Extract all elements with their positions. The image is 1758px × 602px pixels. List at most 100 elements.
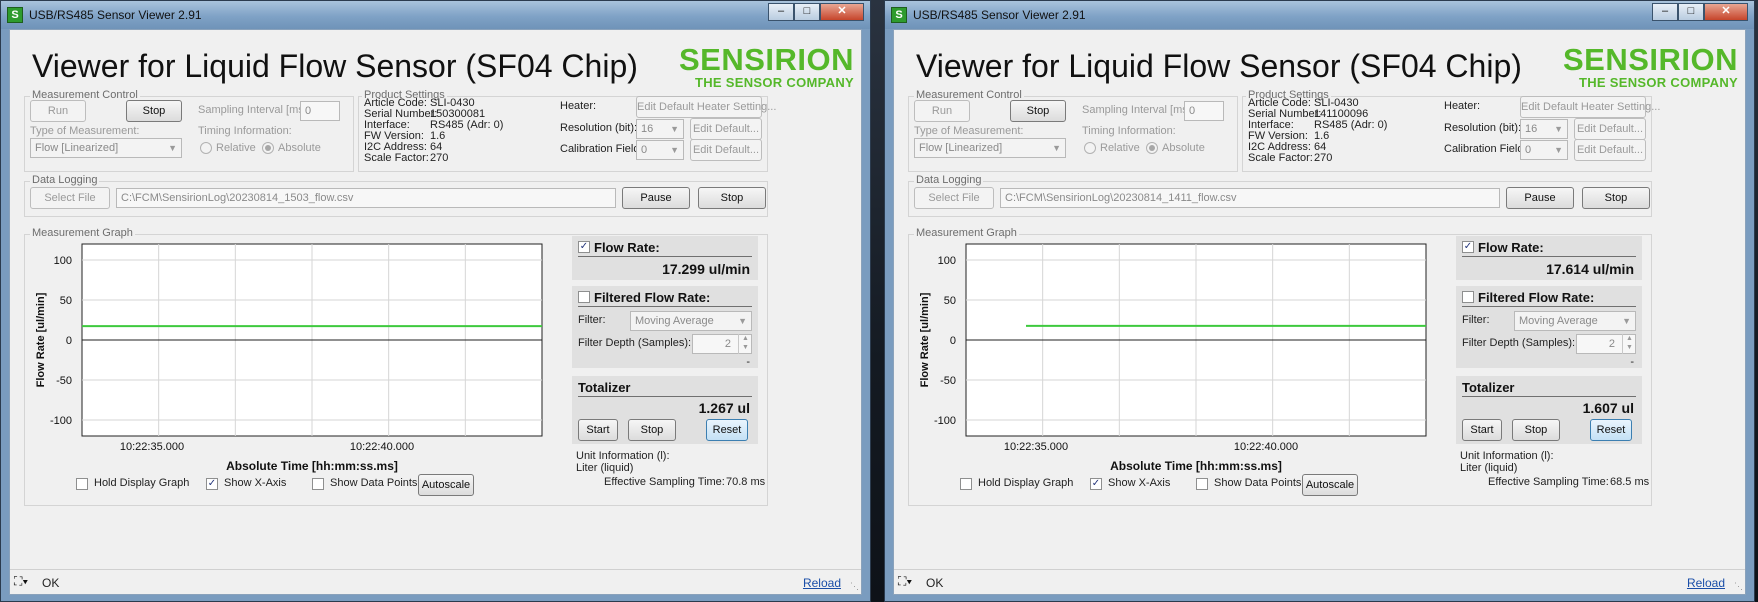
resize-grip-icon[interactable]: ⋱ [850,581,859,592]
hold-display-label: Hold Display Graph [978,477,1074,489]
resize-mode-icon[interactable]: ⛶▾ [14,574,28,589]
spinner-arrows-icon[interactable]: ▲ ▼ [738,334,752,354]
totalizer-reset-button[interactable]: Reset [1590,419,1632,441]
flow-rate-value: 17.614 ul/min [1546,261,1634,277]
maximize-icon[interactable]: □ [794,3,820,21]
filter-select[interactable]: Moving Average ▼ [630,311,752,331]
flow-rate-value: 17.299 ul/min [662,261,750,277]
log-file-path-input[interactable]: C:\FCM\SensirionLog\20230814_1411_flow.c… [1000,188,1500,208]
filter-value: Moving Average [1519,315,1598,327]
totalizer-stop-button[interactable]: Stop [1512,419,1560,441]
resolution-select[interactable]: 16 ▼ [1520,119,1568,139]
y-tick-labels: 100 50 0 -50 -100 [50,255,72,427]
minimize-icon[interactable]: – [768,3,794,21]
unit-info-label: Unit Information (l): [1460,450,1554,462]
show-x-axis-checkbox[interactable]: ✓ [1090,478,1102,490]
flow-rate-checkbox[interactable]: ✓ [1462,241,1474,253]
totalizer-start-button[interactable]: Start [578,419,618,441]
show-x-axis-label: Show X-Axis [1108,477,1171,489]
edit-heater-button[interactable]: Edit Default Heater Setting... [636,96,776,118]
autoscale-button[interactable]: Autoscale [418,474,474,496]
close-icon[interactable]: ✕ [820,3,864,21]
filtered-flow-checkbox[interactable] [1462,291,1474,303]
client-area: Viewer for Liquid Flow Sensor (SF04 Chip… [9,29,862,595]
filtered-flow-checkbox[interactable] [578,291,590,303]
close-icon[interactable]: ✕ [1704,3,1748,21]
run-button[interactable]: Run [30,100,86,122]
show-x-axis-checkbox[interactable]: ✓ [206,478,218,490]
title-bar[interactable]: S USB/RS485 Sensor Viewer 2.91 – □ ✕ [1,1,870,29]
maximize-icon[interactable]: □ [1678,3,1704,21]
status-text: OK [42,576,60,590]
y-tick-labels: 100 50 0 -50 -100 [934,255,956,427]
effective-sampling-value: 70.8 ms [726,476,766,488]
show-x-axis-label: Show X-Axis [224,477,287,489]
select-file-button[interactable]: Select File [30,187,110,209]
show-data-points-label: Show Data Points [330,477,418,489]
filtered-flow-panel: Filtered Flow Rate: Filter: Moving Avera… [572,286,758,368]
totalizer-reset-button[interactable]: Reset [706,419,748,441]
sampling-interval-input[interactable]: 0 [1184,101,1224,121]
relative-radio[interactable] [1084,142,1096,154]
show-data-points-label: Show Data Points [1214,477,1302,489]
pause-logging-button[interactable]: Pause [622,187,690,209]
edit-calibration-button[interactable]: Edit Default... [1574,139,1646,161]
totalizer-start-button[interactable]: Start [1462,419,1502,441]
reload-link[interactable]: Reload [803,576,841,590]
absolute-radio[interactable] [1146,142,1158,154]
divider [578,256,752,257]
calibration-field-select[interactable]: 0 ▼ [1520,140,1568,160]
calibration-field-select[interactable]: 0 ▼ [636,140,684,160]
flow-rate-chart: 100 50 0 -50 -100 10:22:35.000 10:22:40.000 F… [919,243,1427,473]
edit-resolution-button[interactable]: Edit Default... [1574,118,1646,140]
y-tick-label: -100 [934,415,956,427]
filter-select[interactable]: Moving Average ▼ [1514,311,1636,331]
stop-logging-button[interactable]: Stop [698,187,766,209]
totalizer-stop-button[interactable]: Stop [628,419,676,441]
unit-info-value: Liter (liquid) [1460,462,1518,474]
sampling-interval-input[interactable]: 0 [300,101,340,121]
run-button[interactable]: Run [914,100,970,122]
absolute-radio[interactable] [262,142,274,154]
flow-rate-checkbox[interactable]: ✓ [578,241,590,253]
edit-calibration-button[interactable]: Edit Default... [690,139,762,161]
x-tick-labels: 10:22:35.000 10:22:40.000 [120,441,414,453]
stop-logging-button[interactable]: Stop [1582,187,1650,209]
measurement-stop-button[interactable]: Stop [126,100,182,122]
title-bar[interactable]: S USB/RS485 Sensor Viewer 2.91 – □ ✕ [885,1,1754,29]
page-title: Viewer for Liquid Flow Sensor (SF04 Chip… [916,48,1522,84]
edit-resolution-button[interactable]: Edit Default... [690,118,762,140]
hold-display-checkbox[interactable] [76,478,88,490]
hold-display-checkbox[interactable] [960,478,972,490]
resize-grip-icon[interactable]: ⋱ [1734,581,1743,592]
y-axis-label: Flow Rate [ul/min] [919,292,931,387]
flow-rate-panel: ✓ Flow Rate: 17.299 ul/min [572,236,758,280]
x-axis-label: Absolute Time [hh:mm:ss.ms] [226,459,398,473]
autoscale-button[interactable]: Autoscale [1302,474,1358,496]
calibration-field-value: 0 [1525,144,1532,156]
show-data-points-checkbox[interactable] [1196,478,1208,490]
log-file-path-input[interactable]: C:\FCM\SensirionLog\20230814_1503_flow.c… [116,188,616,208]
resize-mode-icon[interactable]: ⛶▾ [898,574,912,589]
y-tick-label: 50 [944,295,956,307]
spinner-arrows-icon[interactable]: ▲ ▼ [1622,334,1636,354]
reload-link[interactable]: Reload [1687,576,1725,590]
unit-info-label: Unit Information (l): [576,450,670,462]
edit-heater-button[interactable]: Edit Default Heater Setting... [1520,96,1660,118]
measurement-stop-button[interactable]: Stop [1010,100,1066,122]
pause-logging-button[interactable]: Pause [1506,187,1574,209]
relative-radio[interactable] [200,142,212,154]
measurement-type-select[interactable]: Flow [Linearized] ▼ [914,138,1066,158]
show-data-points-checkbox[interactable] [312,478,324,490]
page-title: Viewer for Liquid Flow Sensor (SF04 Chip… [32,48,638,84]
filter-label: Filter: [578,314,606,326]
flow-rate-title: Flow Rate: [594,240,660,255]
status-bar: ⛶▾ OK Reload ⋱ [894,569,1745,594]
sampling-interval-label: Sampling Interval [ms]: [198,104,310,116]
filtered-flow-title: Filtered Flow Rate: [1478,290,1595,305]
viewer-window-1: S USB/RS485 Sensor Viewer 2.91 – □ ✕ Vie… [0,0,871,602]
minimize-icon[interactable]: – [1652,3,1678,21]
select-file-button[interactable]: Select File [914,187,994,209]
resolution-select[interactable]: 16 ▼ [636,119,684,139]
measurement-type-select[interactable]: Flow [Linearized] ▼ [30,138,182,158]
